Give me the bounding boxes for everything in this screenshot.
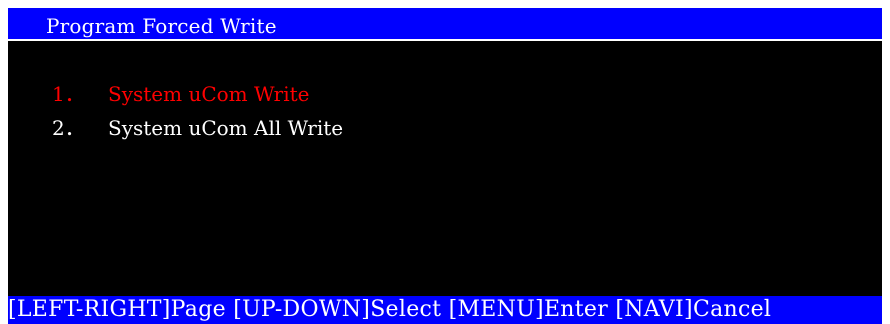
menu-item-number: 1． [52,82,85,106]
title-bar: Program Forced Write [8,8,882,41]
hint-up-down-action: Select [370,297,442,322]
footer-hint-bar: [LEFT-RIGHT]Page [UP-DOWN]Select [MENU]E… [8,296,882,324]
footer-hints: [LEFT-RIGHT]Page [UP-DOWN]Select [MENU]E… [8,297,771,322]
hint-navi-action: Cancel [692,297,772,322]
hint-navi-key[interactable]: [NAVI] [615,297,693,322]
menu-item-number: 2． [52,116,85,140]
menu-item-system-ucom-all-write[interactable]: 2． System uCom All Write [52,112,344,140]
hint-menu-action: Enter [543,297,609,322]
hint-left-right-key[interactable]: [LEFT-RIGHT] [8,297,171,322]
screen: Program Forced Write 1． System uCom Write… [8,8,882,324]
hint-menu-key[interactable]: [MENU] [449,297,544,322]
menu-item-label: System uCom Write [108,82,310,106]
menu-item-label: System uCom All Write [108,116,344,140]
page-title: Program Forced Write [46,14,277,38]
menu-item-system-ucom-write[interactable]: 1． System uCom Write [52,78,310,106]
hint-left-right-action: Page [170,297,226,322]
hint-up-down-key[interactable]: [UP-DOWN] [233,297,370,322]
